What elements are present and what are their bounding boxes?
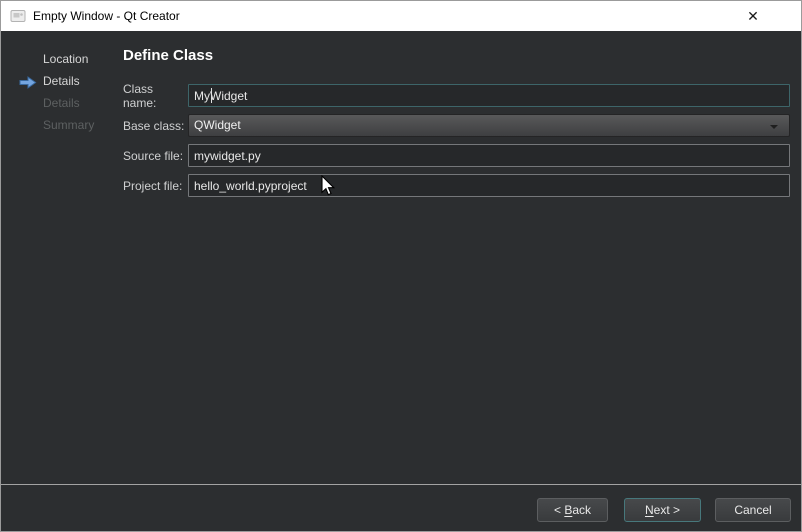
current-step-arrow-icon: [19, 74, 37, 87]
source-file-row: Source file:: [123, 144, 790, 167]
project-file-field-wrap: [188, 174, 790, 197]
source-file-field-wrap: [188, 144, 790, 167]
class-name-field-wrap: [188, 84, 790, 107]
cancel-button[interactable]: Cancel: [715, 498, 791, 522]
cancel-label: Cancel: [734, 503, 771, 517]
page-title: Define Class: [123, 47, 213, 64]
base-class-combobox[interactable]: QWidget: [188, 114, 790, 137]
next-button[interactable]: Next >: [624, 498, 701, 522]
back-button[interactable]: < Back: [537, 498, 608, 522]
bottom-separator: [1, 484, 801, 485]
app-window-icon: [10, 8, 26, 24]
class-name-input[interactable]: [188, 84, 790, 107]
base-class-selected-value: QWidget: [194, 118, 241, 132]
class-name-label: Class name:: [123, 82, 188, 110]
back-label-post: ack: [572, 503, 591, 517]
project-file-row: Project file:: [123, 174, 790, 197]
base-class-field-wrap: QWidget: [188, 114, 790, 137]
close-icon[interactable]: ✕: [737, 1, 769, 31]
wizard-window: Empty Window - Qt Creator ✕ Location Det…: [0, 0, 802, 532]
project-file-label: Project file:: [123, 179, 188, 193]
step-label: Summary: [43, 118, 94, 132]
step-details-current: Details: [1, 70, 119, 92]
wizard-step-list: Location Details Details Summary: [1, 48, 119, 136]
step-location: Location: [1, 48, 119, 70]
chevron-down-icon: [770, 125, 778, 129]
window-title: Empty Window - Qt Creator: [33, 9, 180, 23]
text-caret: [211, 88, 212, 103]
project-file-input[interactable]: [188, 174, 790, 197]
step-details-pending: Details: [1, 92, 119, 114]
source-file-input[interactable]: [188, 144, 790, 167]
base-class-row: Base class: QWidget: [123, 114, 790, 137]
next-label-accel: N: [645, 503, 654, 517]
base-class-label: Base class:: [123, 119, 188, 133]
step-summary: Summary: [1, 114, 119, 136]
step-label: Details: [43, 74, 80, 88]
titlebar: Empty Window - Qt Creator ✕: [1, 1, 801, 31]
next-label-post: ext >: [654, 503, 680, 517]
step-label: Details: [43, 96, 80, 110]
define-class-form: Class name: Base class: QWidget Source f…: [123, 84, 790, 204]
source-file-label: Source file:: [123, 149, 188, 163]
class-name-row: Class name:: [123, 84, 790, 107]
step-label: Location: [43, 52, 88, 66]
back-label-pre: <: [554, 503, 564, 517]
